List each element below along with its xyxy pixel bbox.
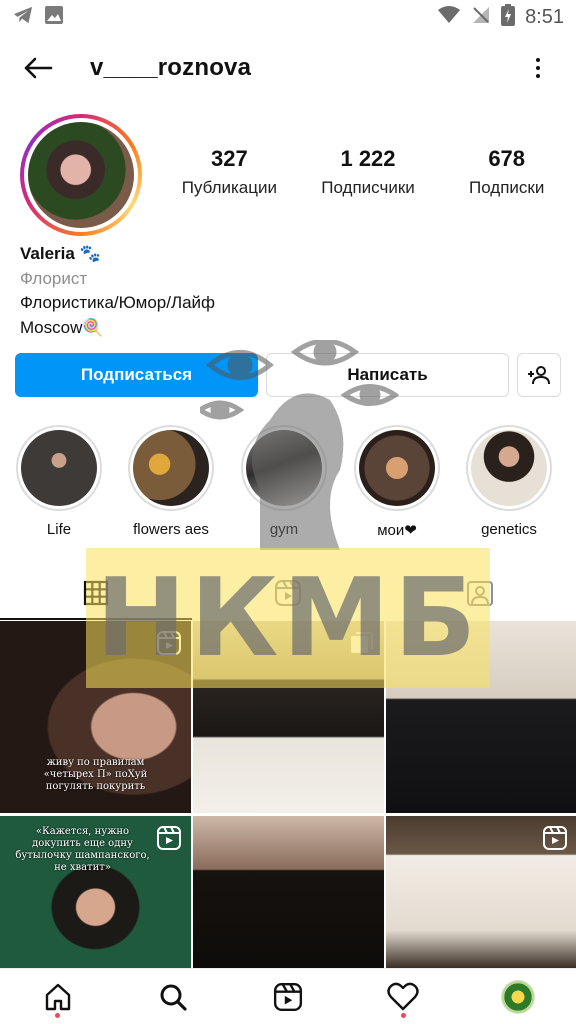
- stat-posts[interactable]: 327 Публикации: [160, 146, 299, 198]
- home-icon: [45, 983, 70, 1010]
- lollipop-emoji: 🍭: [82, 317, 104, 337]
- reel-badge-icon: [157, 826, 181, 850]
- message-button[interactable]: Написать: [266, 353, 509, 397]
- no-signal-icon: [471, 5, 491, 30]
- more-dot-icon: [536, 66, 540, 70]
- suggested-users-button[interactable]: [517, 353, 561, 397]
- profile-header: v____roznova: [0, 44, 576, 92]
- back-arrow-icon: [24, 57, 53, 79]
- add-person-icon: [528, 366, 550, 385]
- stat-followers[interactable]: 1 222 Подписчики: [299, 146, 438, 198]
- post-thumbnail[interactable]: живу по правилам «четырех П» поХуй погул…: [0, 621, 191, 813]
- stat-following[interactable]: 678 Подписки: [437, 146, 576, 198]
- profile-avatar-small: [501, 979, 536, 1014]
- back-button[interactable]: [14, 44, 62, 92]
- carousel-badge-icon: [351, 632, 373, 653]
- nav-search[interactable]: [115, 969, 230, 1024]
- highlight-ring: [241, 425, 327, 511]
- highlight-ring: [466, 425, 552, 511]
- post-thumbnail[interactable]: [193, 621, 384, 813]
- highlight-gym[interactable]: gym: [234, 425, 334, 538]
- post-caption: живу по правилам «четырех П» поХуй погул…: [43, 757, 148, 792]
- notification-dot: [400, 1013, 406, 1018]
- more-dot-icon: [536, 58, 540, 62]
- highlight-cover: [21, 430, 97, 506]
- highlight-cover: [246, 430, 322, 506]
- post-thumbnail[interactable]: «Кажется, нужно докупить еще одну бутыло…: [0, 816, 191, 968]
- more-dot-icon: [536, 74, 540, 78]
- stat-value: 678: [488, 146, 526, 171]
- post-caption: «Кажется, нужно докупить еще одну бутыло…: [15, 826, 150, 873]
- highlight-flowers-aes[interactable]: flowers aes: [121, 425, 221, 538]
- stat-value: 327: [210, 146, 248, 171]
- profile-avatar-story-ring[interactable]: [20, 114, 142, 236]
- profile-actions: Подписаться Написать: [15, 353, 561, 397]
- reel-badge-icon: [543, 826, 567, 850]
- stat-label: Публикации: [181, 178, 277, 197]
- highlight-ring: [128, 425, 214, 511]
- post-thumbnail[interactable]: [386, 621, 576, 813]
- notification-dot: [55, 1013, 61, 1018]
- highlight-ring: [16, 425, 102, 511]
- highlight-label: мои❤: [377, 522, 417, 539]
- bio-location: Moscow: [20, 317, 83, 337]
- stat-label: Подписки: [469, 178, 545, 197]
- battery-charging-icon: [501, 3, 516, 31]
- follow-button[interactable]: Подписаться: [15, 353, 258, 397]
- nav-home[interactable]: [0, 969, 115, 1024]
- story-highlights: Life flowers aes gym мои❤ genetics: [0, 425, 576, 540]
- profile-tabs: [0, 566, 576, 620]
- gallery-icon: [44, 5, 64, 30]
- clock: 8:51: [525, 5, 564, 28]
- tagged-person-icon: [467, 581, 493, 606]
- profile-category: Флорист: [20, 268, 88, 288]
- search-icon: [160, 984, 187, 1011]
- telegram-icon: [12, 5, 34, 30]
- avatar: [28, 122, 134, 228]
- bottom-navigation: [0, 968, 576, 1024]
- profile-bio: Valeria 🐾 Флорист Флористика/Юмор/Лайф M…: [20, 242, 540, 340]
- stat-value: 1 222: [340, 146, 396, 171]
- nav-reels[interactable]: [230, 969, 345, 1024]
- highlight-ring: [354, 425, 440, 511]
- highlight-label: gym: [269, 521, 299, 538]
- post-thumbnail[interactable]: [193, 816, 384, 968]
- tab-reels[interactable]: [192, 566, 384, 620]
- highlight-label: flowers aes: [133, 521, 209, 538]
- highlight-label: genetics: [481, 521, 537, 538]
- reels-icon: [273, 982, 303, 1011]
- status-bar: 8:51: [0, 0, 576, 34]
- post-thumbnail[interactable]: [386, 816, 576, 968]
- tab-tagged[interactable]: [384, 566, 576, 620]
- highlight-moi[interactable]: мои❤: [347, 425, 447, 539]
- heart-icon: [387, 982, 419, 1010]
- profile-display-name: Valeria: [20, 244, 75, 263]
- reel-badge-icon: [157, 631, 181, 655]
- tab-posts-grid[interactable]: [0, 566, 192, 620]
- profile-stats: 327 Публикации 1 222 Подписчики 678 Подп…: [160, 146, 576, 198]
- highlight-cover: [133, 430, 209, 506]
- nav-activity[interactable]: [346, 969, 461, 1024]
- nav-profile[interactable]: [461, 969, 576, 1024]
- paw-emoji: 🐾: [79, 244, 101, 263]
- highlight-cover: [471, 430, 547, 506]
- reels-icon: [275, 580, 301, 606]
- avatar-frame: [24, 118, 138, 232]
- highlight-cover: [359, 430, 435, 506]
- highlight-life[interactable]: Life: [9, 425, 109, 538]
- highlight-label: Life: [46, 521, 72, 538]
- stat-label: Подписчики: [321, 178, 415, 197]
- wifi-icon: [437, 5, 461, 30]
- bio-line: Флористика/Юмор/Лайф: [20, 293, 216, 312]
- more-options-button[interactable]: [522, 52, 554, 84]
- grid-icon: [83, 580, 109, 606]
- profile-username: v____roznova: [90, 54, 252, 81]
- highlight-genetics[interactable]: genetics: [459, 425, 559, 538]
- posts-grid: живу по правилам «четырех П» поХуй погул…: [0, 621, 576, 968]
